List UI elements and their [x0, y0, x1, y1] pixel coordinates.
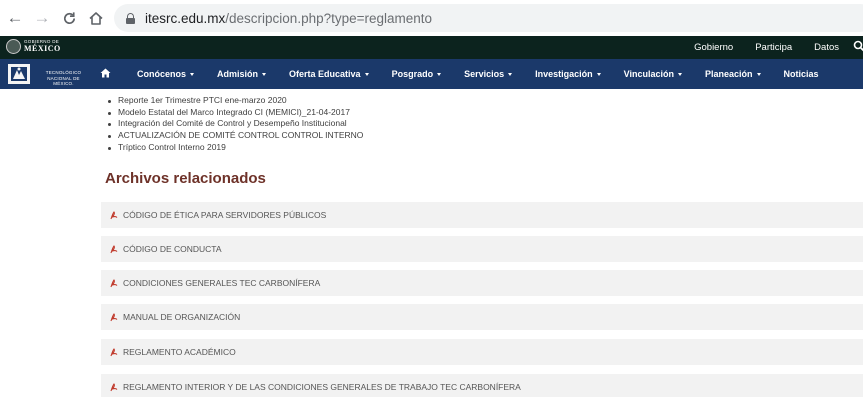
- url-path: /descripcion.php?type=reglamento: [225, 10, 433, 26]
- file-row-manual-organizacion[interactable]: MANUAL DE ORGANIZACIÓN: [101, 304, 863, 330]
- tecnm-emblem-icon: [8, 64, 30, 84]
- home-icon[interactable]: [85, 7, 107, 29]
- browser-toolbar: ← → itesrc.edu.mx/descripcion.php?type=r…: [0, 0, 863, 36]
- caret-down-icon: [364, 73, 369, 77]
- menu-item-oferta-educativa[interactable]: Oferta Educativa: [289, 69, 369, 79]
- list-item[interactable]: Modelo Estatal del Marco Integrado CI (M…: [104, 107, 363, 119]
- forward-arrow-icon[interactable]: →: [31, 7, 53, 29]
- caret-down-icon: [190, 73, 195, 77]
- menu-item-conocenos[interactable]: Conócenos: [137, 69, 195, 79]
- file-row-codigo-etica[interactable]: CÓDIGO DE ÉTICA PARA SERVIDORES PÚBLICOS: [101, 202, 863, 228]
- menu-item-investigacion[interactable]: Investigación: [535, 69, 601, 79]
- menu-item-servicios[interactable]: Servicios: [464, 69, 513, 79]
- main-navbar: TECNOLÓGICO NACIONAL DE MÉXICO. Conóceno…: [0, 59, 863, 89]
- menu-item-noticias[interactable]: Noticias: [784, 69, 819, 79]
- back-arrow-icon[interactable]: ←: [4, 7, 26, 29]
- search-icon[interactable]: [853, 40, 863, 55]
- file-label: CÓDIGO DE ÉTICA PARA SERVIDORES PÚBLICOS: [123, 210, 327, 220]
- main-content: Reporte 1er Trimestre PTCI ene-marzo 202…: [0, 89, 863, 397]
- file-row-reglamento-interior[interactable]: REGLAMENTO INTERIOR Y DE LAS CONDICIONES…: [101, 374, 863, 397]
- menu-item-planeacion[interactable]: Planeación: [705, 69, 761, 79]
- gov-links: Gobierno Participa Datos: [672, 36, 863, 59]
- reload-icon[interactable]: [58, 7, 80, 29]
- document-list: Reporte 1er Trimestre PTCI ene-marzo 202…: [104, 89, 363, 153]
- caret-down-icon: [262, 73, 267, 77]
- address-bar[interactable]: itesrc.edu.mx/descripcion.php?type=regla…: [114, 4, 863, 32]
- pdf-icon: [110, 244, 118, 253]
- pdf-icon: [110, 278, 118, 287]
- lock-icon: [126, 12, 135, 24]
- gov-link-datos[interactable]: Datos: [814, 42, 839, 53]
- url-domain: itesrc.edu.mx: [145, 10, 226, 26]
- gov-link-gobierno[interactable]: Gobierno: [694, 42, 733, 53]
- menu-item-vinculacion[interactable]: Vinculación: [624, 69, 682, 79]
- tecnm-logo[interactable]: TECNOLÓGICO NACIONAL DE MÉXICO.: [6, 61, 90, 87]
- tecnm-logo-line2: NACIONAL DE MÉXICO.: [47, 75, 80, 87]
- pdf-icon: [110, 382, 118, 391]
- caret-down-icon: [677, 73, 682, 77]
- file-label: REGLAMENTO INTERIOR Y DE LAS CONDICIONES…: [123, 382, 521, 392]
- file-label: CONDICIONES GENERALES TEC CARBONÍFERA: [123, 278, 321, 288]
- file-label: CÓDIGO DE CONDUCTA: [123, 244, 222, 254]
- file-label: MANUAL DE ORGANIZACIÓN: [123, 312, 241, 322]
- home-icon[interactable]: [100, 68, 111, 78]
- gov-seal-icon: [6, 39, 21, 54]
- list-item[interactable]: ACTUALIZACIÓN DE COMITÉ CONTROL CONTROL …: [104, 130, 363, 142]
- file-row-reglamento-academico[interactable]: REGLAMENTO ACADÉMICO: [101, 339, 863, 365]
- menu-item-posgrado[interactable]: Posgrado: [392, 69, 442, 79]
- gov-logo-big-text: MÉXICO: [24, 43, 61, 53]
- caret-down-icon: [508, 73, 513, 77]
- gov-header-bar: GOBIERNO DE MÉXICO Gobierno Participa Da…: [0, 36, 863, 59]
- gov-link-participa[interactable]: Participa: [755, 42, 792, 53]
- list-item[interactable]: Tríptico Control Interno 2019: [104, 142, 363, 154]
- caret-down-icon: [596, 73, 601, 77]
- main-menu: Conócenos Admisión Oferta Educativa Posg…: [137, 59, 842, 89]
- section-title: Archivos relacionados: [105, 170, 266, 187]
- pdf-icon: [110, 210, 118, 219]
- pdf-icon: [110, 347, 118, 356]
- caret-down-icon: [437, 73, 442, 77]
- file-row-codigo-conducta[interactable]: CÓDIGO DE CONDUCTA: [101, 236, 863, 262]
- list-item[interactable]: Reporte 1er Trimestre PTCI ene-marzo 202…: [104, 95, 363, 107]
- menu-item-admision[interactable]: Admisión: [217, 69, 267, 79]
- file-row-condiciones-generales[interactable]: CONDICIONES GENERALES TEC CARBONÍFERA: [101, 270, 863, 296]
- pdf-icon: [110, 312, 118, 321]
- file-label: REGLAMENTO ACADÉMICO: [123, 347, 236, 357]
- gov-logo[interactable]: GOBIERNO DE MÉXICO: [6, 39, 61, 54]
- caret-down-icon: [756, 73, 761, 77]
- list-item[interactable]: Integración del Comité de Control y Dese…: [104, 118, 363, 130]
